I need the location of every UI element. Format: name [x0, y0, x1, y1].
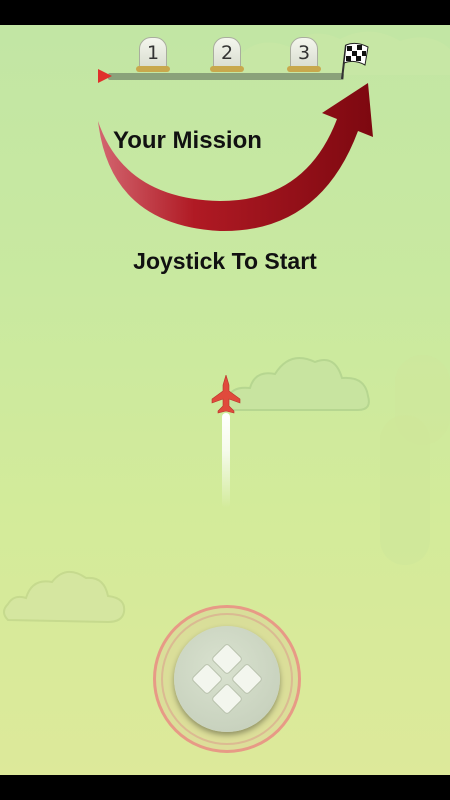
checkpoint-3: 3 — [287, 37, 321, 73]
checkpoint-label: 1 — [139, 37, 167, 69]
plane-trail — [222, 413, 230, 508]
start-prompt: Joystick To Start — [133, 248, 317, 274]
cloud-decoration — [226, 357, 370, 411]
navigation-bar — [0, 775, 450, 800]
checkpoint-label: 3 — [290, 37, 318, 69]
checkpoint-2: 2 — [210, 37, 244, 73]
dpad-icon — [192, 644, 262, 714]
joystick-control[interactable] — [153, 605, 301, 753]
mission-label: Your Mission — [113, 127, 262, 154]
cloud-decoration — [3, 571, 126, 624]
status-bar — [0, 0, 450, 25]
checkpoint-1: 1 — [136, 37, 170, 73]
curved-red-arrow-icon — [98, 83, 373, 232]
game-screen[interactable]: 1 2 3 Your Mission Joystick To Start — [0, 25, 450, 775]
hill-decoration — [395, 355, 450, 445]
checkpoint-label: 2 — [213, 37, 241, 69]
red-jet-plane-icon — [211, 375, 241, 414]
joystick-knob[interactable] — [174, 626, 280, 732]
